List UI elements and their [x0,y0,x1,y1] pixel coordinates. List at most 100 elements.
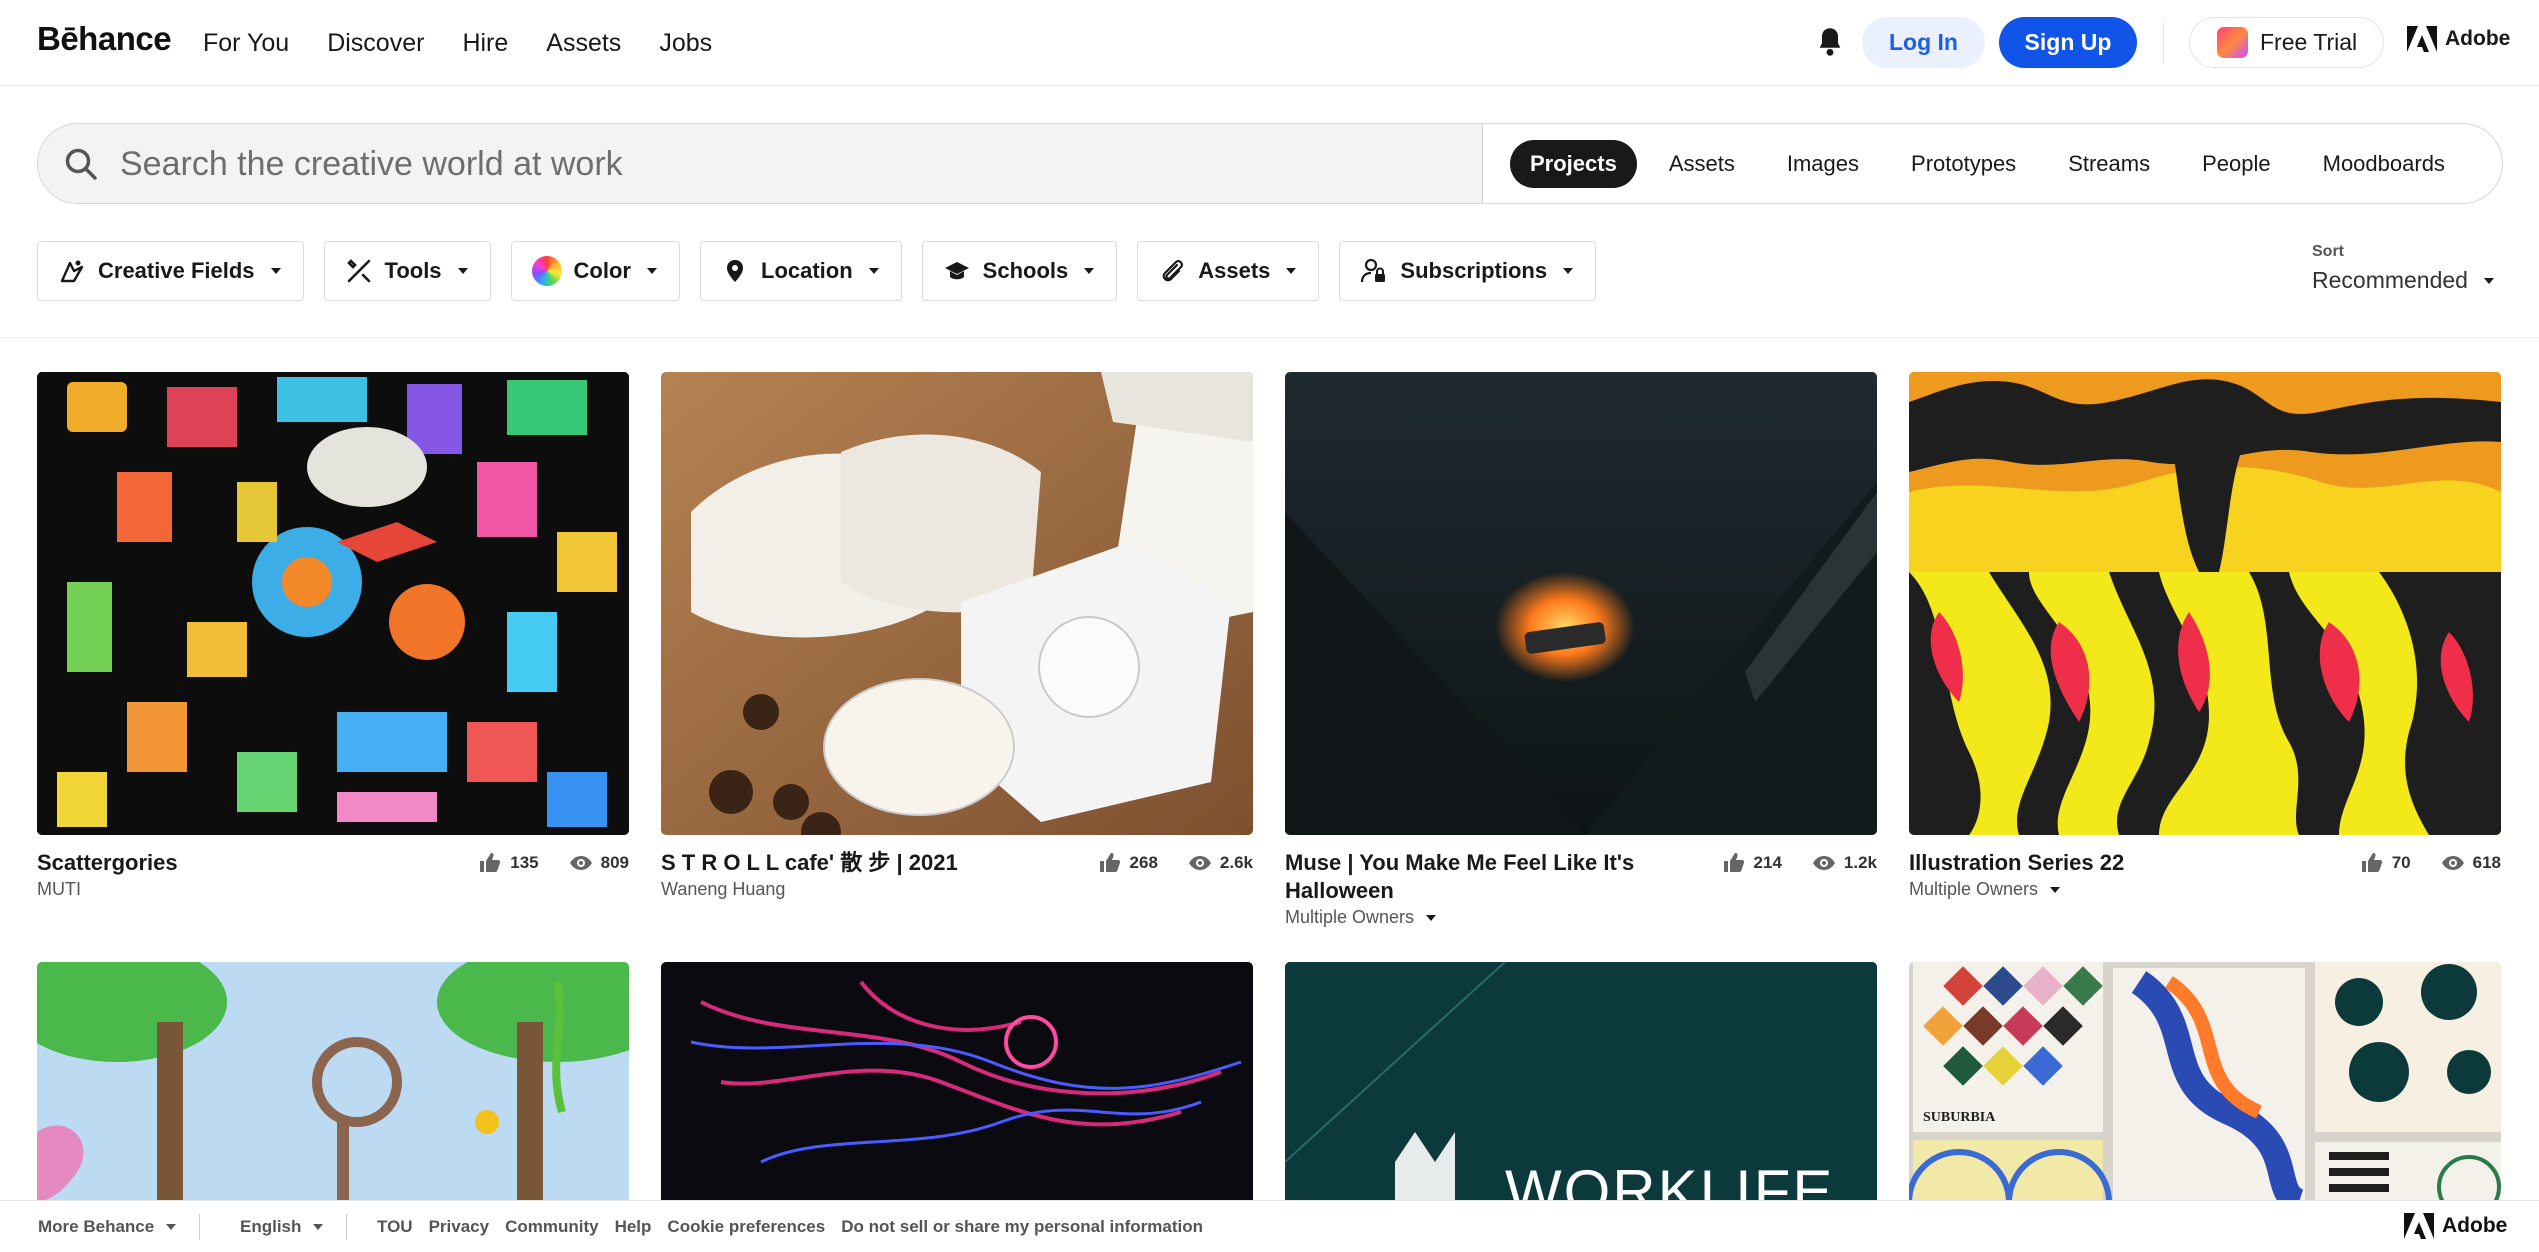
project-owner[interactable]: Multiple Owners [1285,907,1877,928]
login-button[interactable]: Log In [1862,17,1985,68]
project-owner[interactable]: MUTI [37,879,629,900]
thumbs-up-icon [1099,853,1120,872]
adobe-footer-link[interactable]: Adobe [2404,1213,2507,1239]
project-card[interactable] [661,962,1253,1202]
tile-overlay-text: SUBURBIA [1923,1110,1996,1125]
scope-images[interactable]: Images [1761,140,1885,188]
creative-fields-icon [60,260,84,283]
footer-divider [199,1213,200,1240]
project-thumbnail[interactable] [661,962,1253,1202]
tools-icon [346,259,370,283]
project-meta: Illustration Series 22 Multiple Owners 7… [1909,849,2501,913]
eye-icon [2441,856,2464,870]
project-owner[interactable]: Multiple Owners [1909,879,2501,900]
eye-icon [569,856,592,870]
footer-link-cookie-preferences[interactable]: Cookie preferences [667,1217,825,1237]
free-trial-button[interactable]: Free Trial [2189,17,2384,68]
scope-moodboards[interactable]: Moodboards [2297,140,2471,188]
thumbnail-illustration [1909,372,2501,835]
project-title[interactable]: Muse | You Make Me Feel Like It's Hallow… [1285,849,1705,905]
project-card[interactable]: Scattergories MUTI 135 809 [37,372,629,913]
nav-jobs[interactable]: Jobs [659,29,712,58]
project-meta: Muse | You Make Me Feel Like It's Hallow… [1285,849,1877,927]
view-count: 809 [600,853,629,872]
language-label: English [240,1216,302,1236]
user-lock-icon [1361,258,1386,283]
thumbs-up-icon [1723,853,1744,872]
filter-label: Creative Fields [98,258,255,283]
chevron-down-icon [2483,277,2494,284]
project-title[interactable]: Illustration Series 22 [1909,849,2329,877]
nav-assets[interactable]: Assets [546,29,621,58]
project-thumbnail[interactable] [1909,372,2501,835]
project-title[interactable]: S T R O L L cafe' 散 步 | 2021 [661,849,1081,877]
filter-label: Subscriptions [1400,258,1548,283]
thumbs-up-icon [480,853,501,872]
filter-color[interactable]: Color [510,241,680,301]
footer-link-community[interactable]: Community [505,1217,599,1237]
owner-name: MUTI [37,879,81,899]
project-thumbnail[interactable] [37,372,629,835]
like-count: 70 [2391,853,2411,872]
nav-discover[interactable]: Discover [327,29,424,58]
language-selector[interactable]: English [240,1216,324,1237]
chevron-down-icon [270,268,281,274]
scope-prototypes[interactable]: Prototypes [1885,140,2042,188]
project-card[interactable]: Illustration Series 22 Multiple Owners 7… [1909,372,2501,913]
project-card[interactable] [37,962,629,1202]
project-owner[interactable]: Waneng Huang [661,879,1253,900]
section-divider [0,337,2539,338]
nav-hire[interactable]: Hire [462,29,508,58]
footer-link-privacy[interactable]: Privacy [429,1217,490,1237]
footer-link-do-not-sell[interactable]: Do not sell or share my personal informa… [841,1217,1203,1237]
footer-link-tou[interactable]: TOU [377,1217,413,1237]
scope-people[interactable]: People [2176,140,2297,188]
chevron-down-icon [313,1223,324,1230]
footer-links: TOU Privacy Community Help Cookie prefer… [377,1217,1203,1237]
scope-projects[interactable]: Projects [1510,140,1637,188]
filter-assets[interactable]: Assets [1137,241,1320,301]
filter-label: Color [573,258,631,283]
project-thumbnail[interactable] [661,372,1253,835]
chevron-down-icon [1426,914,1437,921]
filter-creative-fields[interactable]: Creative Fields [37,241,304,301]
more-behance-label: More Behance [38,1216,155,1236]
filter-subscriptions[interactable]: Subscriptions [1339,241,1597,301]
filter-schools[interactable]: Schools [921,241,1118,301]
chevron-down-icon [2050,886,2061,893]
project-card[interactable]: WORKLIFE [1285,962,1877,1202]
adobe-link[interactable]: Adobe [2407,26,2510,52]
filter-location[interactable]: Location [700,241,902,301]
nav-for-you[interactable]: For You [203,29,289,58]
project-thumbnail[interactable]: SUBURBIA [1909,962,2501,1202]
signup-button[interactable]: Sign Up [1999,17,2137,68]
project-stats: 70 618 [2360,851,2501,875]
project-title[interactable]: Scattergories [37,849,457,877]
filter-tools[interactable]: Tools [323,241,491,301]
notification-bell-icon[interactable] [1816,26,1844,58]
scope-streams[interactable]: Streams [2042,140,2176,188]
project-meta: S T R O L L cafe' 散 步 | 2021 Waneng Huan… [661,849,1253,913]
chevron-down-icon [1563,268,1574,274]
chevron-down-icon [1286,268,1297,274]
free-trial-label: Free Trial [2260,29,2358,55]
scope-assets[interactable]: Assets [1643,140,1761,188]
footer-link-help[interactable]: Help [615,1217,652,1237]
project-card[interactable]: Muse | You Make Me Feel Like It's Hallow… [1285,372,1877,927]
search-input[interactable] [118,138,1458,190]
behance-logo[interactable]: Bēhance [37,20,172,58]
project-thumbnail[interactable] [1285,372,1877,835]
project-thumbnail[interactable] [37,962,629,1202]
project-card[interactable]: SUBURBIA [1909,962,2501,1202]
sort-dropdown[interactable]: Sort Recommended [2312,243,2494,294]
adobe-label: Adobe [2442,1214,2508,1237]
project-stats: 268 2.6k [1098,851,1253,875]
owner-name: Waneng Huang [661,879,786,899]
eye-icon [1188,856,1211,870]
color-wheel-icon [531,256,562,286]
owner-name: Multiple Owners [1285,907,1415,927]
more-behance-menu[interactable]: More Behance [38,1216,177,1237]
project-card[interactable]: S T R O L L cafe' 散 步 | 2021 Waneng Huan… [661,372,1253,913]
view-count: 2.6k [1219,853,1253,872]
project-thumbnail[interactable]: WORKLIFE [1285,962,1877,1202]
